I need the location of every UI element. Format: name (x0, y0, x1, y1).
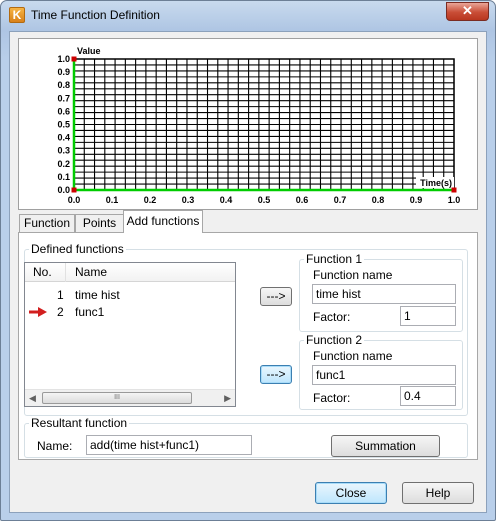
time-function-chart: 0.0 0.1 0.2 0.3 0.4 0.5 0.6 0.7 0.8 0.9 1.0 0.0 0.1 0… (57, 46, 461, 205)
list-header: No. Name (25, 263, 235, 282)
y-tick-label: 0.2 (57, 159, 70, 169)
resultant-name-label: Name: (37, 439, 73, 453)
function2-factor-field[interactable]: 0.4 (400, 386, 456, 406)
help-button[interactable]: Help (402, 482, 474, 504)
function2-legend: Function 2 (306, 333, 363, 347)
data-point (71, 56, 77, 62)
y-tick-label: 0.7 (57, 93, 70, 103)
x-tick-label: 0.0 (68, 195, 81, 205)
dialog-window: K Time Function Definition ✕ 0.0 0.1 0.2 0.… (0, 0, 496, 521)
column-separator[interactable] (65, 263, 66, 282)
x-tick-label: 0.8 (372, 195, 385, 205)
x-tick-label: 0.4 (220, 195, 233, 205)
function1-legend: Function 1 (306, 252, 363, 266)
y-tick-label: 0.8 (57, 80, 70, 90)
dialog-client: 0.0 0.1 0.2 0.3 0.4 0.5 0.6 0.7 0.8 0.9 1.0 0.0 0.1 0… (9, 31, 487, 513)
function2-name-field[interactable]: func1 (312, 365, 456, 385)
item-no: 1 (57, 288, 64, 302)
tab-points[interactable]: Points (75, 214, 124, 232)
assign-function1-button[interactable]: ---> (260, 287, 292, 306)
scroll-right-icon[interactable]: ▶ (224, 393, 231, 404)
x-tick-label: 1.0 (448, 195, 461, 205)
horizontal-scrollbar[interactable]: ◀ III ▶ (25, 389, 235, 406)
resultant-name-field[interactable]: add(time hist+func1) (86, 435, 252, 455)
x-tick-label: 0.5 (258, 195, 271, 205)
functions-list[interactable]: No. Name 1 time hist 2 func1 ◀ III ▶ (24, 262, 236, 407)
scroll-left-icon[interactable]: ◀ (29, 393, 36, 404)
y-tick-label: 0.9 (57, 67, 70, 77)
function1-factor-label: Factor: (313, 310, 351, 324)
column-name[interactable]: Name (75, 265, 107, 279)
y-tick-label: 1.0 (57, 54, 70, 64)
scroll-thumb[interactable]: III (42, 392, 192, 404)
summation-button[interactable]: Summation (331, 435, 440, 457)
title-bar[interactable]: K Time Function Definition ✕ (1, 1, 495, 31)
x-tick-label: 0.7 (334, 195, 347, 205)
list-item[interactable]: 1 time hist (25, 287, 235, 304)
function2-factor-label: Factor: (313, 391, 351, 405)
y-tick-label: 0.5 (57, 120, 70, 130)
y-tick-label: 0.3 (57, 146, 70, 156)
y-tick-label: 0.0 (57, 185, 70, 195)
window-title: Time Function Definition (31, 8, 160, 22)
function1-name-field[interactable]: time hist (312, 284, 456, 304)
function1-name-label: Function name (313, 268, 393, 282)
chart-panel: 0.0 0.1 0.2 0.3 0.4 0.5 0.6 0.7 0.8 0.9 1.0 0.0 0.1 0… (18, 38, 478, 210)
x-tick-label: 0.3 (182, 195, 195, 205)
x-tick-label: 0.9 (410, 195, 423, 205)
app-icon: K (9, 7, 25, 23)
tab-add-functions[interactable]: Add functions (123, 210, 203, 233)
column-no[interactable]: No. (33, 265, 52, 279)
item-name: func1 (75, 305, 105, 319)
y-axis-label: Value (77, 46, 101, 56)
x-axis-label: Time(s) (420, 178, 452, 188)
selection-arrow-icon (29, 307, 47, 317)
item-no: 2 (57, 305, 64, 319)
y-tick-label: 0.6 (57, 106, 70, 116)
data-point (451, 187, 457, 193)
y-tick-label: 0.4 (57, 133, 70, 143)
y-tick-label: 0.1 (57, 172, 70, 182)
defined-functions-legend: Defined functions (31, 242, 124, 256)
list-item-selected[interactable]: 2 func1 (25, 304, 235, 321)
item-name: time hist (75, 288, 120, 302)
x-tick-label: 0.1 (106, 195, 119, 205)
close-button[interactable]: Close (315, 482, 387, 504)
data-point (71, 187, 77, 193)
tab-function[interactable]: Function (19, 214, 75, 232)
function2-name-label: Function name (313, 349, 393, 363)
resultant-function-legend: Resultant function (31, 416, 128, 430)
assign-function2-button[interactable]: ---> (260, 365, 292, 384)
x-tick-label: 0.2 (144, 195, 157, 205)
window-close-button[interactable]: ✕ (446, 2, 489, 21)
x-tick-label: 0.6 (296, 195, 309, 205)
function1-factor-field[interactable]: 1 (400, 306, 456, 326)
